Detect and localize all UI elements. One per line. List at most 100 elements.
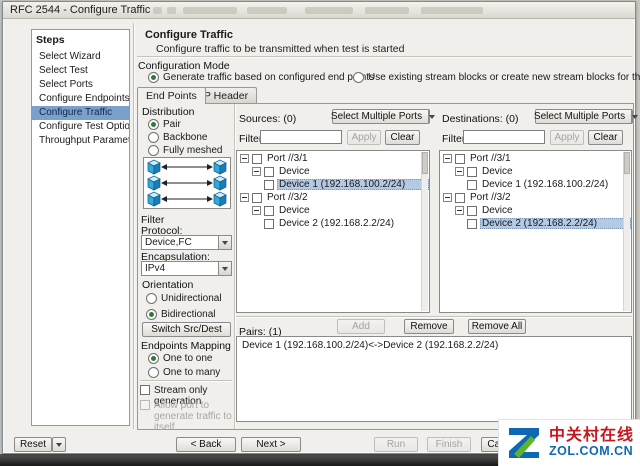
tree-node-label[interactable]: Port //3/1: [265, 153, 310, 164]
tree-checkbox[interactable]: [252, 193, 262, 203]
sources-select-multiple-ports-button[interactable]: Select Multiple Ports: [332, 109, 430, 124]
tree-checkbox[interactable]: [455, 193, 465, 203]
tree-node-label[interactable]: Port //3/1: [468, 153, 513, 164]
radio-use-existing-streams[interactable]: [353, 72, 364, 83]
collapse-icon[interactable]: [252, 206, 261, 215]
tree-node-label[interactable]: Device 1 (192.168.100.2/24): [480, 179, 610, 190]
step-throughput-parameters[interactable]: Throughput Parameters: [32, 134, 129, 148]
scrollbar[interactable]: [421, 152, 428, 311]
radio-pair[interactable]: [148, 119, 159, 130]
radio-bidirectional[interactable]: [146, 309, 157, 320]
radio-one-to-one[interactable]: [148, 353, 159, 364]
tree-checkbox[interactable]: [264, 180, 274, 190]
chevron-down-icon[interactable]: [218, 236, 231, 249]
sources-select-multiple-ports-label: Select Multiple Ports: [331, 111, 422, 122]
tree-node-label[interactable]: Device: [480, 166, 515, 177]
zol-watermark: 中关村在线 ZOL.COM.CN: [498, 419, 640, 466]
destinations-clear-button[interactable]: Clear: [588, 130, 623, 145]
sources-clear-button[interactable]: Clear: [385, 130, 420, 145]
radio-fully-meshed[interactable]: [148, 145, 159, 156]
tree-node-label[interactable]: Device 2 (192.168.2.2/24): [480, 218, 631, 229]
chevron-down-icon[interactable]: [631, 110, 638, 123]
radio-fully-meshed-label: Fully meshed: [163, 145, 222, 156]
tree-node-label[interactable]: Port //3/2: [265, 192, 310, 203]
destinations-count-label: Destinations: (0): [442, 113, 518, 125]
tree-row: Device: [440, 204, 631, 217]
destinations-apply-button: Apply: [550, 130, 584, 145]
dialog-title: RFC 2544 - Configure Traffic: [10, 4, 150, 16]
steps-panel: Steps Select Wizard Select Test Select P…: [31, 29, 130, 426]
end-points-tab-content: Distribution Pair Backbone Fully meshed: [137, 103, 634, 430]
collapse-icon[interactable]: [252, 167, 261, 176]
sources-filter-input[interactable]: [260, 130, 342, 144]
destinations-select-multiple-ports-button[interactable]: Select Multiple Ports: [535, 109, 633, 124]
tree-checkbox[interactable]: [252, 154, 262, 164]
collapse-icon[interactable]: [455, 167, 464, 176]
tree-checkbox[interactable]: [264, 219, 274, 229]
background-window-ghost: [167, 7, 176, 14]
tree-checkbox[interactable]: [455, 154, 465, 164]
tree-checkbox[interactable]: [467, 167, 477, 177]
tree-checkbox[interactable]: [264, 167, 274, 177]
step-select-wizard[interactable]: Select Wizard: [32, 50, 129, 64]
step-select-test[interactable]: Select Test: [32, 64, 129, 78]
tree-node-label[interactable]: Device 1 (192.168.100.2/24): [277, 179, 429, 190]
step-configure-traffic[interactable]: Configure Traffic: [32, 106, 129, 120]
pairs-remove-button[interactable]: Remove: [404, 319, 454, 334]
tree-node-label[interactable]: Device: [277, 166, 312, 177]
scrollbar[interactable]: [623, 152, 630, 311]
encapsulation-value: IPv4: [142, 262, 218, 275]
sources-count-label: Sources: (0): [239, 113, 296, 125]
pairs-remove-all-button[interactable]: Remove All: [468, 319, 526, 334]
destinations-filter-input[interactable]: [463, 130, 545, 144]
tree-node-label[interactable]: Device 2 (192.168.2.2/24): [277, 218, 396, 229]
scrollbar-thumb[interactable]: [624, 152, 630, 174]
tree-row: Device: [440, 165, 631, 178]
switch-src-dest-button[interactable]: Switch Src/Dest: [142, 322, 231, 337]
tree-checkbox[interactable]: [467, 180, 477, 190]
stream-only-generation-checkbox[interactable]: [140, 385, 150, 395]
reset-button[interactable]: Reset: [14, 437, 52, 452]
collapse-icon[interactable]: [455, 206, 464, 215]
protocol-combo[interactable]: Device,FC: [141, 235, 232, 250]
chevron-down-icon[interactable]: [218, 262, 231, 275]
step-select-ports[interactable]: Select Ports: [32, 78, 129, 92]
tree-row: Device 1 (192.168.100.2/24): [440, 178, 631, 191]
collapse-icon[interactable]: [240, 154, 249, 163]
tree-node-label[interactable]: Device: [480, 205, 515, 216]
tree-row: Port //3/2: [440, 191, 631, 204]
tree-row: Device 2 (192.168.2.2/24): [237, 217, 429, 230]
tree-node-label[interactable]: Port //3/2: [468, 192, 513, 203]
tree-row: Device: [237, 165, 429, 178]
step-configure-endpoints[interactable]: Configure Endpoints: [32, 92, 129, 106]
step-configure-test-options[interactable]: Configure Test Options: [32, 120, 129, 134]
background-window-ghost: [247, 7, 287, 14]
next-button[interactable]: Next >: [241, 437, 301, 452]
separator: [140, 380, 232, 382]
destinations-select-multiple-ports-label: Select Multiple Ports: [534, 111, 625, 122]
collapse-icon[interactable]: [443, 193, 452, 202]
pair-list-item[interactable]: Device 1 (192.168.100.2/24)<->Device 2 (…: [242, 340, 626, 351]
tree-row: Device 1 (192.168.100.2/24): [237, 178, 429, 191]
reset-dropdown-button[interactable]: [52, 437, 66, 452]
radio-backbone[interactable]: [148, 132, 159, 143]
tree-checkbox[interactable]: [264, 206, 274, 216]
tree-checkbox[interactable]: [467, 219, 477, 229]
radio-unidirectional[interactable]: [146, 293, 157, 304]
collapse-icon[interactable]: [443, 154, 452, 163]
tab-end-points[interactable]: End Points: [137, 87, 206, 104]
collapse-icon[interactable]: [240, 193, 249, 202]
dialog-titlebar[interactable]: RFC 2544 - Configure Traffic: [3, 2, 635, 19]
tree-node-label[interactable]: Device: [277, 205, 312, 216]
encapsulation-combo[interactable]: IPv4: [141, 261, 232, 276]
page-subtitle: Configure traffic to be transmitted when…: [156, 43, 404, 55]
steps-header: Steps: [32, 32, 129, 50]
radio-one-to-many[interactable]: [148, 367, 159, 378]
back-button[interactable]: < Back: [176, 437, 236, 452]
radio-generate-traffic[interactable]: [148, 72, 159, 83]
scrollbar-thumb[interactable]: [422, 152, 428, 174]
configuration-mode-label: Configuration Mode: [138, 60, 230, 72]
tree-checkbox[interactable]: [467, 206, 477, 216]
rfc2544-wizard-dialog: RFC 2544 - Configure Traffic Steps Selec…: [2, 1, 636, 454]
chevron-down-icon[interactable]: [428, 110, 435, 123]
